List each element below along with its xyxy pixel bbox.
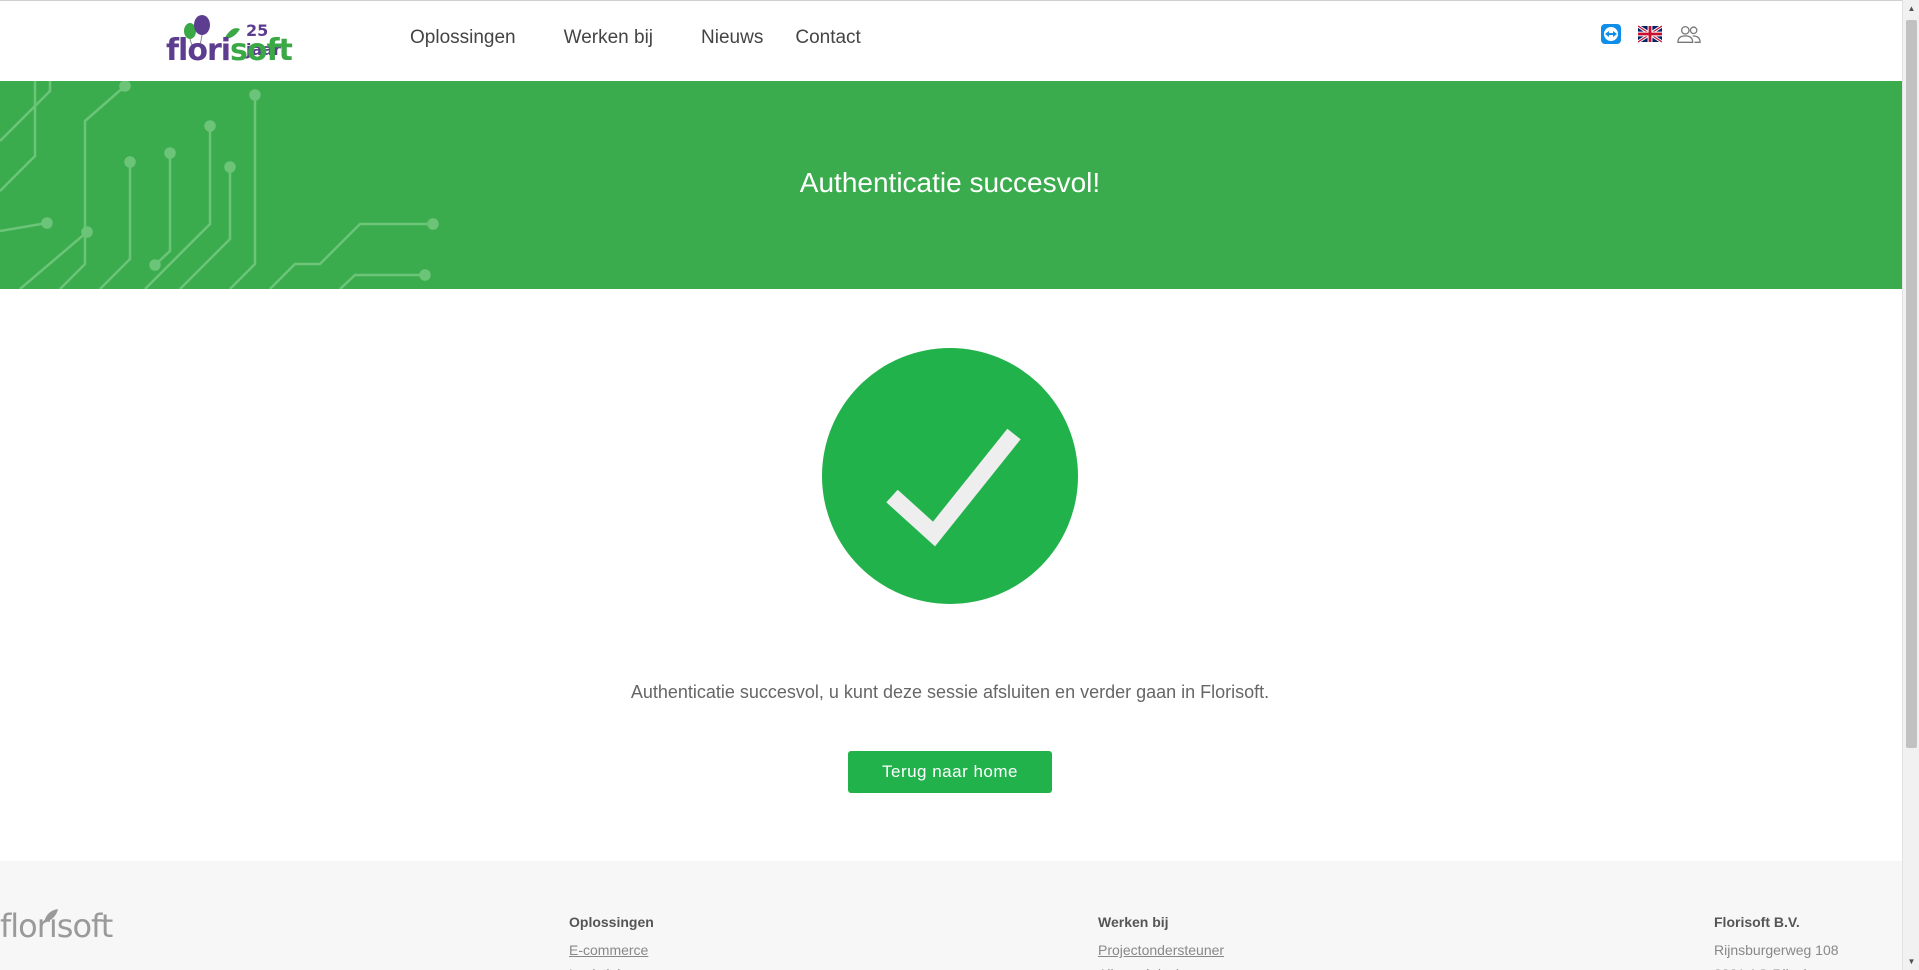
- footer-column-oplossingen: Oplossingen E-commerce Logistiek: [569, 914, 654, 970]
- nav-werken-bij[interactable]: Werken bij: [564, 27, 653, 49]
- footer-column-werken-bij: Werken bij Projectondersteuner Allround …: [1098, 914, 1224, 970]
- main-nav: Oplossingen Werken bij Nieuws Contact: [410, 27, 861, 49]
- logo-wordmark: florisoft: [166, 33, 293, 68]
- nav-oplossingen[interactable]: Oplossingen: [410, 27, 516, 49]
- scroll-up-arrow-icon[interactable]: ▲: [1903, 0, 1919, 17]
- footer-column-company: Florisoft B.V. Rijnsburgerweg 108 2231 A…: [1714, 914, 1839, 970]
- scrollbar-thumb[interactable]: [1906, 20, 1917, 748]
- footer-column-title: Florisoft B.V.: [1714, 914, 1800, 930]
- footer-link[interactable]: Projectondersteuner: [1098, 938, 1224, 962]
- uk-flag-icon[interactable]: [1638, 23, 1662, 45]
- checkmark-icon: [886, 428, 1021, 547]
- hero-banner: Authenticatie succesvol!: [0, 81, 1902, 289]
- vertical-scrollbar[interactable]: ▲ ▼: [1902, 0, 1919, 970]
- footer-column-title: Oplossingen: [569, 914, 654, 930]
- nav-contact[interactable]: Contact: [795, 27, 860, 49]
- footer-link[interactable]: Allround designer: [1098, 962, 1224, 970]
- site-footer: florisoft Oplossingen E-commerce Logisti…: [0, 861, 1902, 970]
- back-home-button[interactable]: Terug naar home: [848, 751, 1052, 793]
- users-icon[interactable]: [1677, 23, 1701, 45]
- footer-column-title: Werken bij: [1098, 914, 1169, 930]
- site-header: 25 jaar florisoft Oplossingen Werken bij…: [0, 1, 1902, 81]
- footer-link[interactable]: Logistiek: [569, 962, 654, 970]
- footer-link[interactable]: E-commerce: [569, 938, 654, 962]
- success-message: Authenticatie succesvol, u kunt deze ses…: [630, 682, 1270, 702]
- success-badge: [822, 348, 1078, 604]
- footer-address-line: 2231 AG Rijnsburg: [1714, 962, 1839, 970]
- florisoft-logo[interactable]: 25 jaar florisoft: [166, 15, 306, 71]
- header-tools: [1599, 23, 1716, 45]
- scroll-down-arrow-icon[interactable]: ▼: [1903, 953, 1919, 970]
- hero-title: Authenticatie succesvol!: [799, 167, 1101, 198]
- nav-nieuws[interactable]: Nieuws: [701, 27, 763, 49]
- teamviewer-icon[interactable]: [1599, 23, 1623, 45]
- footer-address-line: Rijnsburgerweg 108: [1714, 942, 1839, 958]
- page: 25 jaar florisoft Oplossingen Werken bij…: [0, 0, 1902, 970]
- leaf-icon: [44, 909, 58, 923]
